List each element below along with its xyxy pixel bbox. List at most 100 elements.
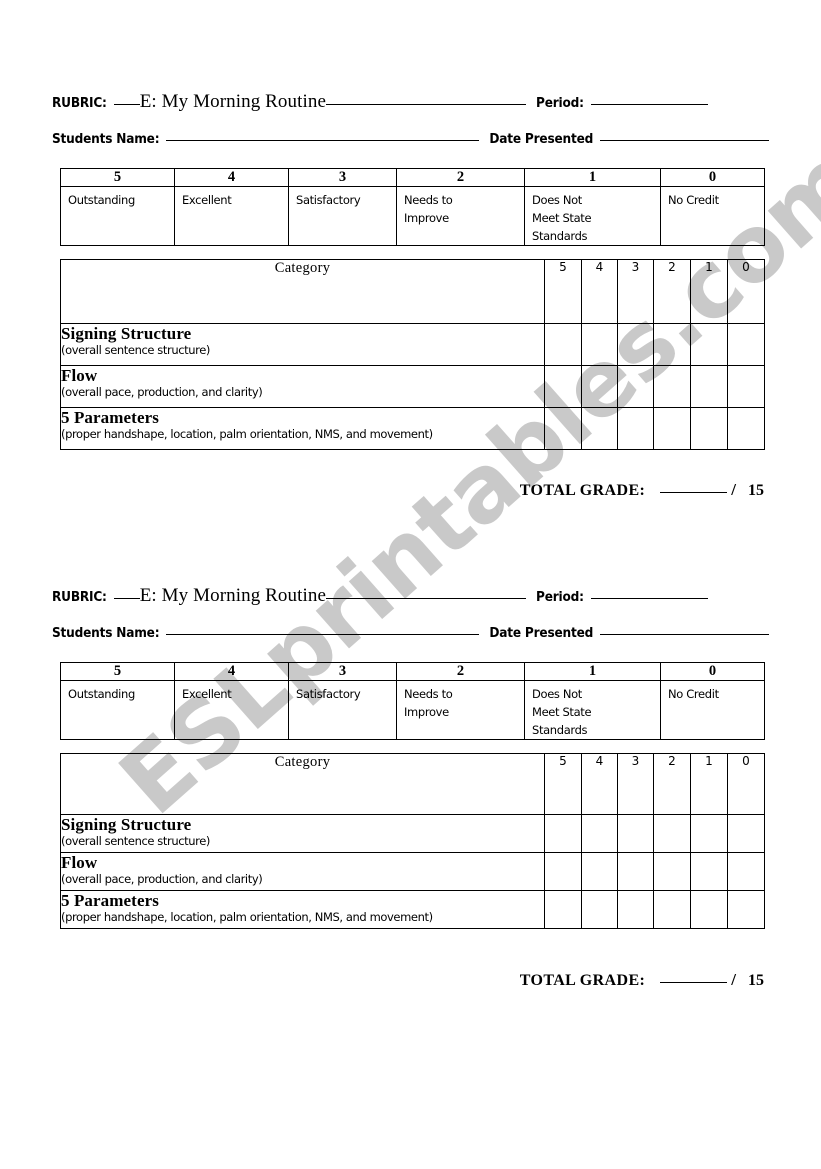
table-row: 5 Parameters (proper handshape, location…: [60, 407, 765, 450]
period-label: Period:: [536, 95, 584, 111]
category-row-0-score-4[interactable]: [581, 814, 618, 853]
category-row-2-score-5[interactable]: [544, 890, 582, 929]
scale-desc-5: Outstanding: [60, 680, 175, 740]
scale-score-row: 5 4 3 2 1 0: [60, 662, 765, 681]
scale-desc-4: Excellent: [174, 680, 289, 740]
category-header-4: 4: [581, 259, 618, 324]
category-row-2-name: 5 Parameters: [61, 408, 159, 427]
total-grade-rule: [660, 982, 728, 983]
category-row-0-name-cell: Signing Structure (overall sentence stru…: [60, 323, 545, 366]
scale-desc-4-line-1: Excellent: [182, 193, 232, 207]
category-row-1-score-5[interactable]: [544, 852, 582, 891]
category-row-1-score-5[interactable]: [544, 365, 582, 408]
table-row: Flow (overall pace, production, and clar…: [60, 365, 765, 408]
scale-desc-1-line-2: Meet State: [532, 211, 592, 225]
scale-table: 5 4 3 2 1 0 Outstanding Excellent Satisf…: [60, 168, 765, 246]
category-row-2-score-1[interactable]: [690, 890, 728, 929]
category-row-1-name-cell: Flow (overall pace, production, and clar…: [60, 852, 545, 891]
scale-score-0: 0: [660, 168, 765, 187]
category-row-2-score-0[interactable]: [727, 407, 765, 450]
rubric-title-line: RUBRIC: E: My Morning Routine Period:: [52, 585, 772, 611]
date-presented-rule: [600, 140, 770, 141]
scale-desc-2-line-1: Needs to: [404, 687, 453, 701]
category-row-2-score-2[interactable]: [653, 890, 691, 929]
category-row-0-score-3[interactable]: [617, 814, 654, 853]
category-row-0-score-4[interactable]: [581, 323, 618, 366]
category-header-row: Category 5 4 3 2 1 0: [60, 753, 765, 815]
scale-score-0: 0: [660, 662, 765, 681]
rubric-title-rule: [326, 104, 527, 105]
rubric-title: E: My Morning Routine: [139, 585, 327, 606]
rubric-title: E: My Morning Routine: [139, 91, 327, 112]
category-row-2-score-4[interactable]: [581, 407, 618, 450]
category-row-0-score-0[interactable]: [727, 814, 765, 853]
scale-desc-1-line-3: Standards: [532, 229, 588, 243]
student-info-line: Students Name: Date Presented: [52, 625, 772, 651]
category-row-0-score-0[interactable]: [727, 323, 765, 366]
category-header-label: Category: [60, 259, 545, 324]
category-row-1-score-3[interactable]: [617, 365, 654, 408]
category-row-2-score-3[interactable]: [617, 407, 654, 450]
total-grade-line: TOTAL GRADE: / 15: [60, 970, 764, 990]
category-row-2-score-4[interactable]: [581, 890, 618, 929]
category-row-0-score-1[interactable]: [690, 323, 728, 366]
category-row-1-score-3[interactable]: [617, 852, 654, 891]
scale-score-row: 5 4 3 2 1 0: [60, 168, 765, 187]
category-row-1-score-0[interactable]: [727, 365, 765, 408]
category-row-2-score-2[interactable]: [653, 407, 691, 450]
category-row-1-score-2[interactable]: [653, 365, 691, 408]
category-row-1-score-0[interactable]: [727, 852, 765, 891]
scale-desc-1: Does Not Meet State Standards: [524, 680, 661, 740]
category-row-2-score-5[interactable]: [544, 407, 582, 450]
scale-desc-2-line-1: Needs to: [404, 193, 453, 207]
scale-score-2: 2: [396, 168, 525, 187]
category-row-0-score-5[interactable]: [544, 814, 582, 853]
scale-desc-1: Does Not Meet State Standards: [524, 186, 661, 246]
category-header-0: 0: [727, 753, 765, 815]
total-grade-max: 15: [748, 482, 764, 499]
category-row-0-score-1[interactable]: [690, 814, 728, 853]
scale-desc-0-line-1: No Credit: [668, 687, 719, 701]
scale-desc-3: Satisfactory: [288, 186, 397, 246]
category-row-0-detail: (overall sentence structure): [61, 834, 210, 848]
category-row-2-score-3[interactable]: [617, 890, 654, 929]
table-row: Signing Structure (overall sentence stru…: [60, 323, 765, 366]
category-row-1-name: Flow: [61, 853, 98, 872]
category-row-0-score-5[interactable]: [544, 323, 582, 366]
category-row-1-score-4[interactable]: [581, 852, 618, 891]
category-row-0-score-3[interactable]: [617, 323, 654, 366]
scale-score-3: 3: [288, 662, 397, 681]
category-header-row: Category 5 4 3 2 1 0: [60, 259, 765, 324]
category-header-5: 5: [544, 259, 582, 324]
category-row-2-name-cell: 5 Parameters (proper handshape, location…: [60, 407, 545, 450]
category-header-3: 3: [617, 259, 654, 324]
scale-desc-4: Excellent: [174, 186, 289, 246]
category-row-0-score-2[interactable]: [653, 323, 691, 366]
scale-desc-0-line-1: No Credit: [668, 193, 719, 207]
category-row-2-detail: (proper handshape, location, palm orient…: [61, 910, 433, 924]
category-row-0-name: Signing Structure: [61, 815, 192, 834]
scale-desc-4-line-1: Excellent: [182, 687, 232, 701]
category-header-1: 1: [690, 753, 728, 815]
category-row-1-score-1[interactable]: [690, 852, 728, 891]
category-row-2-score-0[interactable]: [727, 890, 765, 929]
category-row-1-score-2[interactable]: [653, 852, 691, 891]
students-name-rule: [166, 634, 480, 635]
total-grade-line: TOTAL GRADE: / 15: [60, 480, 764, 500]
students-name-rule: [166, 140, 480, 141]
category-row-1-score-4[interactable]: [581, 365, 618, 408]
scale-score-5: 5: [60, 662, 175, 681]
period-rule: [590, 104, 708, 105]
category-row-1-score-1[interactable]: [690, 365, 728, 408]
category-row-2-score-1[interactable]: [690, 407, 728, 450]
scale-desc-5-line-1: Outstanding: [68, 193, 135, 207]
category-header-2: 2: [653, 753, 691, 815]
category-row-2-name: 5 Parameters: [61, 891, 159, 910]
category-row-0-score-2[interactable]: [653, 814, 691, 853]
table-row: Signing Structure (overall sentence stru…: [60, 814, 765, 853]
students-name-label: Students Name:: [52, 625, 160, 641]
category-row-2-detail: (proper handshape, location, palm orient…: [61, 427, 433, 441]
total-grade-separator: /: [731, 970, 736, 989]
total-grade-label: TOTAL GRADE:: [519, 972, 646, 989]
date-presented-rule: [600, 634, 770, 635]
